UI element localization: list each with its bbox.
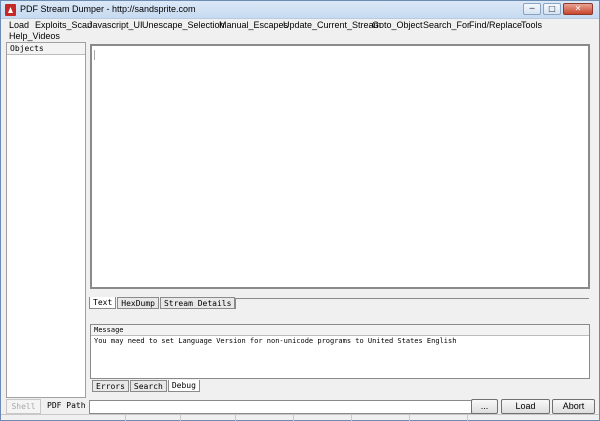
menu-update-current-stream[interactable]: Update_Current_Stream bbox=[283, 19, 381, 31]
message-tabs: Errors Search Debug bbox=[92, 380, 201, 393]
status-segment bbox=[126, 415, 181, 421]
title-bar: PDF Stream Dumper - http://sandsprite.co… bbox=[1, 1, 599, 19]
menu-manual-escapes[interactable]: Manual_Escapes bbox=[219, 19, 288, 31]
status-bar bbox=[1, 414, 599, 421]
abort-button[interactable]: Abort bbox=[552, 399, 595, 414]
editor-tabs: Text HexDump Stream Details bbox=[89, 297, 236, 310]
stream-text-editor[interactable] bbox=[90, 44, 590, 289]
menu-unescape-selection[interactable]: Unescape_Selection bbox=[142, 19, 225, 31]
menu-find-replace[interactable]: Find/Replace bbox=[469, 19, 522, 31]
menu-tools[interactable]: Tools bbox=[521, 19, 542, 31]
tab-debug[interactable]: Debug bbox=[167, 380, 200, 392]
message-list[interactable]: Message You may need to set Language Ver… bbox=[90, 324, 590, 379]
pdf-path-label: PDF Path bbox=[47, 401, 86, 410]
status-segment bbox=[294, 415, 352, 421]
tab-search[interactable]: Search bbox=[129, 380, 167, 392]
message-row[interactable]: You may need to set Language Version for… bbox=[91, 336, 589, 346]
app-window: PDF Stream Dumper - http://sandsprite.co… bbox=[0, 0, 600, 421]
tab-strip-filler bbox=[235, 298, 589, 309]
tab-text[interactable]: Text bbox=[89, 297, 117, 309]
browse-button[interactable]: ... bbox=[471, 399, 498, 414]
objects-tree[interactable]: Objects bbox=[6, 42, 86, 398]
shell-button[interactable]: Shell bbox=[6, 399, 41, 414]
minimize-button[interactable]: ─ bbox=[523, 3, 541, 15]
close-button[interactable]: ✕ bbox=[563, 3, 593, 15]
tab-stream-details[interactable]: Stream Details bbox=[159, 297, 236, 309]
status-segment bbox=[410, 415, 468, 421]
menu-bar: Load Exploits_Scan Javascript_UI Unescap… bbox=[3, 19, 597, 43]
pdf-path-input[interactable] bbox=[89, 400, 472, 414]
status-segment bbox=[181, 415, 236, 421]
tab-errors[interactable]: Errors bbox=[92, 380, 129, 392]
menu-goto-object[interactable]: Goto_Object bbox=[372, 19, 423, 31]
objects-header[interactable]: Objects bbox=[7, 43, 85, 55]
maximize-button[interactable]: □ bbox=[543, 3, 561, 15]
status-segment bbox=[1, 415, 126, 421]
load-button[interactable]: Load bbox=[501, 399, 550, 414]
tab-hexdump[interactable]: HexDump bbox=[117, 297, 159, 309]
status-segment bbox=[352, 415, 410, 421]
menu-help-videos[interactable]: Help_Videos bbox=[9, 30, 60, 42]
pdf-app-icon bbox=[5, 4, 16, 16]
menu-javascript-ui[interactable]: Javascript_UI bbox=[88, 19, 143, 31]
window-title: PDF Stream Dumper - http://sandsprite.co… bbox=[20, 4, 196, 14]
window-controls: ─ □ ✕ bbox=[523, 3, 593, 15]
menu-search-for[interactable]: Search_For bbox=[423, 19, 470, 31]
status-segment bbox=[236, 415, 294, 421]
message-header[interactable]: Message bbox=[91, 325, 589, 336]
